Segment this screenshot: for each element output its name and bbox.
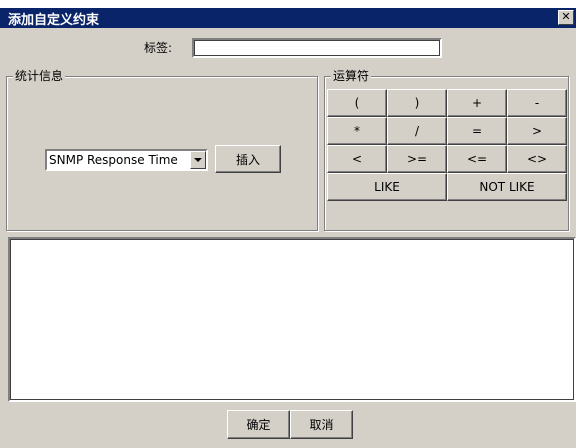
close-icon: ✕ (561, 10, 571, 23)
metric-select-value: SNMP Response Time (49, 153, 178, 167)
like-button[interactable]: LIKE (327, 173, 447, 201)
operator-button-less[interactable]: < (327, 145, 387, 173)
insert-button[interactable]: 插入 (215, 145, 281, 173)
not-like-button[interactable]: NOT LIKE (447, 173, 567, 201)
operator-button-not-equal[interactable]: <> (507, 145, 567, 173)
operator-button-divide[interactable]: / (387, 117, 447, 145)
tag-row: 标签: (0, 33, 576, 59)
expression-textarea[interactable] (8, 237, 576, 402)
operator-button-plus[interactable]: + (447, 89, 507, 117)
top-strip (0, 0, 576, 8)
operator-button-equals[interactable]: = (447, 117, 507, 145)
tag-input[interactable] (192, 38, 442, 58)
operator-button-minus[interactable]: - (507, 89, 567, 117)
operator-button-greater[interactable]: > (507, 117, 567, 145)
title-bar: 添加自定义约束 ✕ (0, 8, 576, 28)
operator-button-close-paren[interactable]: ) (387, 89, 447, 117)
tag-label: 标签: (144, 41, 173, 55)
close-button[interactable]: ✕ (558, 10, 574, 25)
operator-button-open-paren[interactable]: ( (327, 89, 387, 117)
ok-button[interactable]: 确定 (227, 410, 290, 439)
stats-group-title: 统计信息 (13, 69, 66, 83)
cancel-button[interactable]: 取消 (290, 410, 353, 439)
operator-button-less-equal[interactable]: <= (447, 145, 507, 173)
operator-button-greater-equal[interactable]: >= (387, 145, 447, 173)
chevron-down-icon[interactable] (190, 151, 206, 169)
window-title: 添加自定义约束 (8, 13, 100, 28)
stats-group: 统计信息 SNMP Response Time 插入 (6, 69, 318, 231)
metric-select[interactable]: SNMP Response Time (45, 149, 208, 171)
operators-group-title: 运算符 (331, 69, 372, 83)
operator-button-multiply[interactable]: * (327, 117, 387, 145)
operators-group: 运算符 ( ) + - * / = > < >= <= <> LIKE NOT … (324, 69, 569, 231)
